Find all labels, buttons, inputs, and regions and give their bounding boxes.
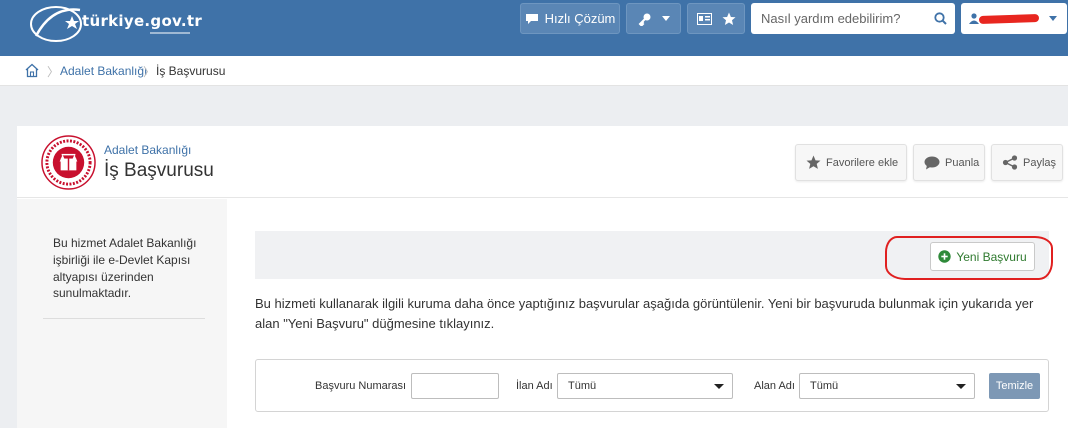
logo-text: türkiye.gov.tr [82,12,203,30]
field-name-label: Alan Adı [754,380,795,392]
user-menu-button[interactable] [961,3,1067,34]
chevron-down-icon [714,384,724,389]
rate-label: Puanla [945,156,980,169]
top-header: türkiye.gov.tr Hızlı Çözüm [0,0,1068,56]
search-icon[interactable] [934,12,947,25]
speech-bubble-icon [924,156,940,169]
page-title: İş Başvurusu [104,160,214,181]
field-name-select[interactable]: Tümü [799,373,975,399]
star-icon [722,12,735,25]
service-card: Adalet Bakanlığı İş Başvurusu Favorilere… [17,126,1068,428]
caret-down-icon [1049,16,1057,21]
field-name-selected: Tümü [810,380,839,392]
site-search [751,3,955,34]
new-application-button[interactable]: Yeni Başvuru [930,242,1035,271]
filter-panel: Başvuru Numarası İlan Adı Tümü Alan Adı … [255,359,1049,412]
key-icon [638,13,650,26]
add-favorite-button[interactable]: Favorilere ekle [795,144,907,181]
star-icon [806,155,821,169]
action-toolbar: Yeni Başvuru [255,231,1049,279]
quick-solution-button[interactable]: Hızlı Çözüm [520,3,620,34]
share-button[interactable]: Paylaş [991,144,1063,181]
breadcrumb: 〉 Adalet Bakanlığı 〉 İş Başvurusu [0,56,1068,86]
rate-button[interactable]: Puanla [913,144,985,181]
chat-icon [525,13,538,24]
breadcrumb-institution-link[interactable]: Adalet Bakanlığı [60,64,147,78]
chevron-down-icon [956,384,966,389]
breadcrumb-separator: 〉 [143,65,156,79]
logo-underline [150,32,190,34]
service-header: Adalet Bakanlığı İş Başvurusu Favorilere… [17,126,1068,198]
application-number-label: Başvuru Numarası [315,380,407,392]
sidebar-divider [43,318,205,319]
service-description: Bu hizmeti kullanarak ilgili kuruma daha… [255,296,1034,331]
ad-name-selected: Tümü [568,380,597,392]
application-number-input[interactable] [411,373,499,399]
ad-name-label: İlan Adı [516,380,553,392]
breadcrumb-separator: 〉 [47,65,60,79]
plus-circle-icon [938,250,952,263]
quick-solution-label: Hızlı Çözüm [544,11,616,26]
breadcrumb-current: İş Başvurusu [156,64,226,78]
logo-crescent-icon [30,6,82,42]
id-card-icon [696,12,712,25]
share-label: Paylaş [1023,156,1057,169]
sidebar-note: Bu hizmet Adalet Bakanlığı işbirliği ile… [53,236,197,301]
clear-filters-button[interactable]: Temizle [989,373,1040,399]
login-key-button[interactable] [626,3,681,34]
caret-down-icon [661,16,670,21]
share-icon [1002,155,1018,170]
search-input[interactable] [761,11,931,26]
ad-name-select[interactable]: Tümü [557,373,733,399]
redacted-username [978,13,1040,25]
profile-card-button[interactable] [687,3,745,34]
ministry-seal-icon [41,135,96,190]
service-sidebar: Bu hizmet Adalet Bakanlığı işbirliği ile… [17,199,227,428]
home-icon[interactable] [24,63,40,78]
new-application-label: Yeni Başvuru [956,249,1027,264]
institution-name: Adalet Bakanlığı [104,143,192,157]
user-icon [969,13,979,24]
add-favorite-label: Favorilere ekle [826,156,899,169]
